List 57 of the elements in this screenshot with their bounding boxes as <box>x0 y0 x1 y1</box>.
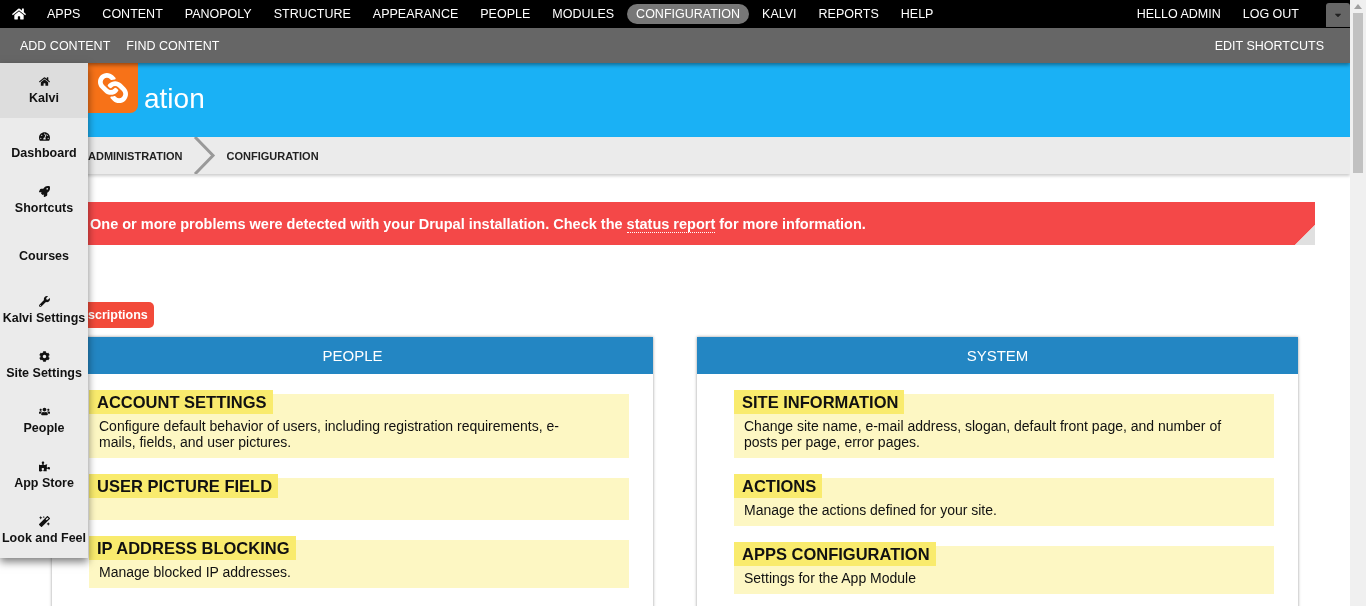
sidebar-item[interactable]: Shortcuts <box>0 173 88 228</box>
puzzle-icon <box>38 461 50 472</box>
chevron-icon <box>192 137 217 174</box>
sidebar-item[interactable]: Dashboard <box>0 118 88 173</box>
breadcrumb-link[interactable]: CONFIGURATION <box>226 149 319 162</box>
nav-item[interactable]: PANOPOLY <box>175 4 261 24</box>
people-icon <box>38 406 50 417</box>
edit-shortcuts-link[interactable]: EDIT SHORTCUTS <box>1206 38 1332 53</box>
sidebar-item[interactable]: Kalvi <box>0 63 88 118</box>
config-description: Settings for the App Module <box>744 570 917 586</box>
config-link[interactable]: SITE INFORMATION <box>734 390 905 414</box>
user-link[interactable]: LOG OUT <box>1233 4 1308 24</box>
home-icon[interactable] <box>12 7 26 21</box>
status-report-link[interactable]: status report <box>626 215 716 233</box>
dashboard-icon <box>38 131 50 142</box>
error-text: One or more problems were detected with your Drupal installation. Check the status report for more information. <box>90 215 866 232</box>
panel-title: SYSTEM <box>697 337 1298 374</box>
sidebar-item[interactable]: Look and Feel <box>0 503 88 558</box>
page-title: ation <box>144 83 205 115</box>
nav-item[interactable]: CONTENT <box>93 4 172 24</box>
config-link[interactable]: USER PICTURE FIELD <box>89 474 279 498</box>
sidebar-item[interactable]: Site Settings <box>0 338 88 393</box>
dropdown-button[interactable] <box>1326 3 1350 27</box>
config-link[interactable]: APPS CONFIGURATION <box>734 542 936 566</box>
config-link[interactable]: IP ADDRESS BLOCKING <box>89 536 296 560</box>
folded-corner-icon <box>1295 225 1315 245</box>
nav-item[interactable]: APPEARANCE <box>363 4 468 24</box>
nav-item[interactable]: REPORTS <box>809 4 888 24</box>
nav-item[interactable]: PEOPLE <box>471 4 540 24</box>
rocket-icon <box>38 186 50 197</box>
sidebar-item[interactable]: Kalvi Settings <box>0 283 88 338</box>
config-description: Change site name, e-mail address, slogan, default front page, and number of posts per page, error pages. <box>744 418 1223 450</box>
shortcut-link[interactable]: FIND CONTENT <box>118 38 228 53</box>
config-link[interactable]: ACCOUNT SETTINGS <box>89 390 273 414</box>
shortcut-link[interactable]: ADD CONTENT <box>12 38 119 53</box>
scrollbar[interactable] <box>1350 0 1366 606</box>
gear-icon <box>38 351 50 362</box>
nav-item[interactable]: KALVI <box>753 4 806 24</box>
wrench-icon <box>38 296 50 307</box>
config-link[interactable]: ACTIONS <box>734 474 823 498</box>
descriptions-button[interactable]: scriptions <box>88 302 154 328</box>
sidebar-item[interactable]: Courses <box>0 228 88 283</box>
breadcrumb-link[interactable]: ADMINISTRATION <box>88 149 183 162</box>
nav-item[interactable]: CONFIGURATION <box>627 4 750 24</box>
nav-item[interactable]: APPS <box>38 4 90 24</box>
home-icon <box>38 76 50 87</box>
nav-item[interactable]: STRUCTURE <box>264 4 360 24</box>
wand-icon <box>38 516 50 527</box>
config-description: Manage the actions defined for your site. <box>744 502 998 518</box>
sidebar-item[interactable]: People <box>0 393 88 448</box>
sidebar-item[interactable]: App Store <box>0 448 88 503</box>
nav-item[interactable]: HELP <box>891 4 943 24</box>
config-description: Configure default behavior of users, including registration requirements, e-mails, fields, and user pictures. <box>99 418 560 450</box>
config-description: Manage blocked IP addresses. <box>99 564 292 580</box>
user-link[interactable]: HELLO ADMIN <box>1127 4 1230 24</box>
link-icon <box>88 63 138 113</box>
nav-item[interactable]: MODULES <box>543 4 624 24</box>
